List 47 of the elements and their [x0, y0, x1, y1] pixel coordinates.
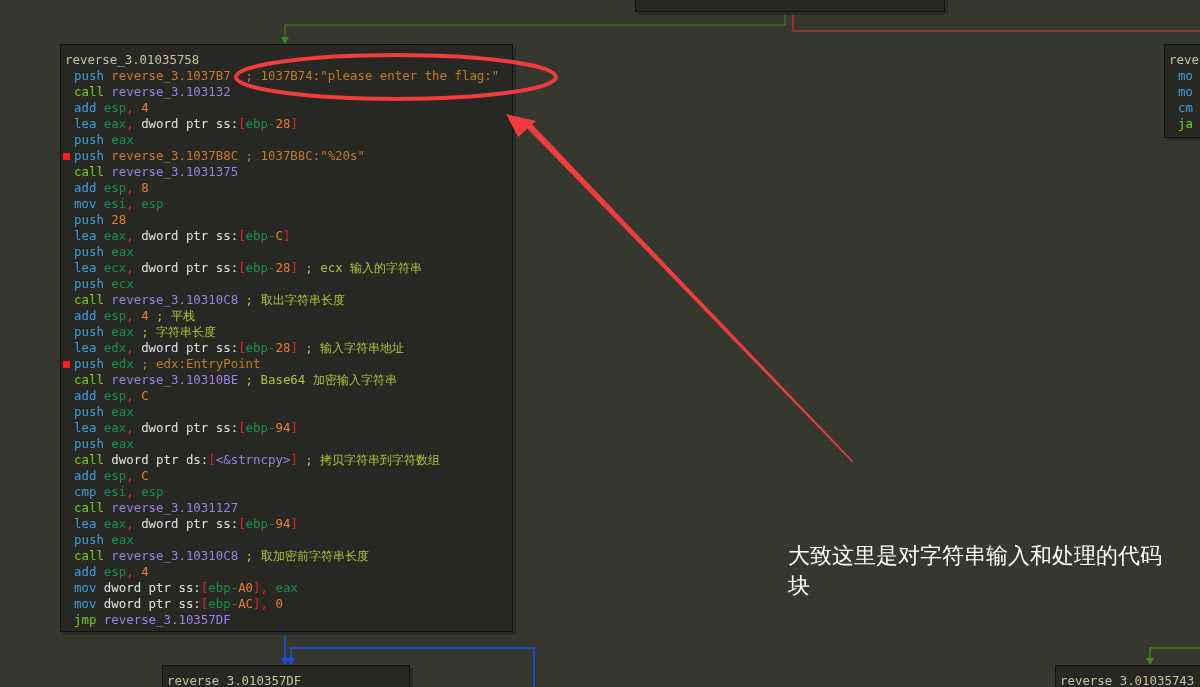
instruction-line[interactable]: call reverse_3.1031375 [74, 164, 239, 180]
block-label: reverse 3.010357DF [167, 673, 302, 687]
instruction-line[interactable]: ja [1178, 116, 1193, 132]
instruction-line[interactable]: push eax [74, 532, 134, 548]
instruction-line[interactable]: lea eax, dword ptr ss:[ebp-94] [74, 516, 298, 532]
instruction-line[interactable]: add esp, C [74, 388, 149, 404]
instruction-line[interactable]: call reverse_3.10310BE ; Base64 加密输入字符串 [74, 372, 397, 388]
instruction-line[interactable]: push eax [74, 244, 134, 260]
instruction-line[interactable]: jmp reverse_3.10357DF [74, 612, 231, 628]
instruction-line[interactable]: cm [1178, 100, 1193, 116]
instruction-line[interactable]: mov dword ptr ss:[ebp-A0], eax [74, 580, 298, 596]
breakpoint-icon[interactable] [63, 152, 70, 160]
instruction-line[interactable]: push eax [74, 404, 134, 420]
instruction-line[interactable]: mov esi, esp [74, 196, 164, 212]
instruction-line[interactable]: push eax ; 字符串长度 [74, 324, 217, 340]
instruction-line[interactable]: lea eax, dword ptr ss:[ebp-28] [74, 116, 298, 132]
block-label: reve [1169, 52, 1199, 68]
instruction-line[interactable]: mo [1178, 68, 1193, 84]
instruction-line[interactable]: push reverse_3.1037B8C ; 1037B8C:"%20s" [74, 148, 365, 164]
instruction-line[interactable]: mov dword ptr ss:[ebp-AC], 0 [74, 596, 283, 612]
instruction-line[interactable]: lea ecx, dword ptr ss:[ebp-28] ; ecx 输入的字符串 [74, 260, 423, 276]
instruction-line[interactable]: push ecx [74, 276, 134, 292]
instruction-line[interactable]: lea eax, dword ptr ss:[ebp-C] [74, 228, 291, 244]
instruction-line[interactable]: call reverse_3.103132 [74, 84, 231, 100]
instruction-line[interactable]: add esp, 8 [74, 180, 149, 196]
instruction-line[interactable]: cmp esi, esp [74, 484, 164, 500]
edge-arrow [1146, 647, 1200, 665]
instruction-line[interactable]: lea edx, dword ptr ss:[ebp-28] ; 输入字符串地址 [74, 340, 405, 356]
instruction-line[interactable]: push 28 [74, 212, 127, 228]
instruction-line[interactable]: call reverse_3.1031127 [74, 500, 239, 516]
instruction-line[interactable]: lea eax, dword ptr ss:[ebp-94] [74, 420, 298, 436]
instruction-line[interactable]: push edx ; edx:EntryPoint [74, 356, 261, 372]
instruction-line[interactable]: call reverse_3.10310C8 ; 取加密前字符串长度 [74, 548, 369, 564]
block-label: reverse_3.01035758 [65, 52, 200, 68]
instruction-line[interactable]: add esp, 4 ; 平栈 [74, 308, 195, 324]
instruction-line[interactable]: mo [1178, 84, 1193, 100]
block-label: reverse 3.01035743 [1060, 673, 1195, 687]
instruction-line[interactable]: call dword ptr ds:[<&strncpy>] ; 拷贝字符串到字符数组 [74, 452, 441, 468]
breakpoint-icon[interactable] [63, 360, 70, 368]
instruction-line[interactable]: push reverse_3.1037B7 ; 1037B74:"please enter the flag:" [74, 68, 500, 84]
annotation-text: 大致这里是对字符串输入和处理的代码块 [788, 542, 1163, 600]
instruction-line[interactable]: push eax [74, 436, 134, 452]
instruction-line[interactable]: add esp, C [74, 468, 149, 484]
instruction-line[interactable]: add esp, 4 [74, 100, 149, 116]
instruction-line[interactable]: call reverse_3.10310C8 ; 取出字符串长度 [74, 292, 345, 308]
instruction-line[interactable]: add esp, 4 [74, 564, 149, 580]
instruction-line[interactable]: push eax [74, 132, 134, 148]
